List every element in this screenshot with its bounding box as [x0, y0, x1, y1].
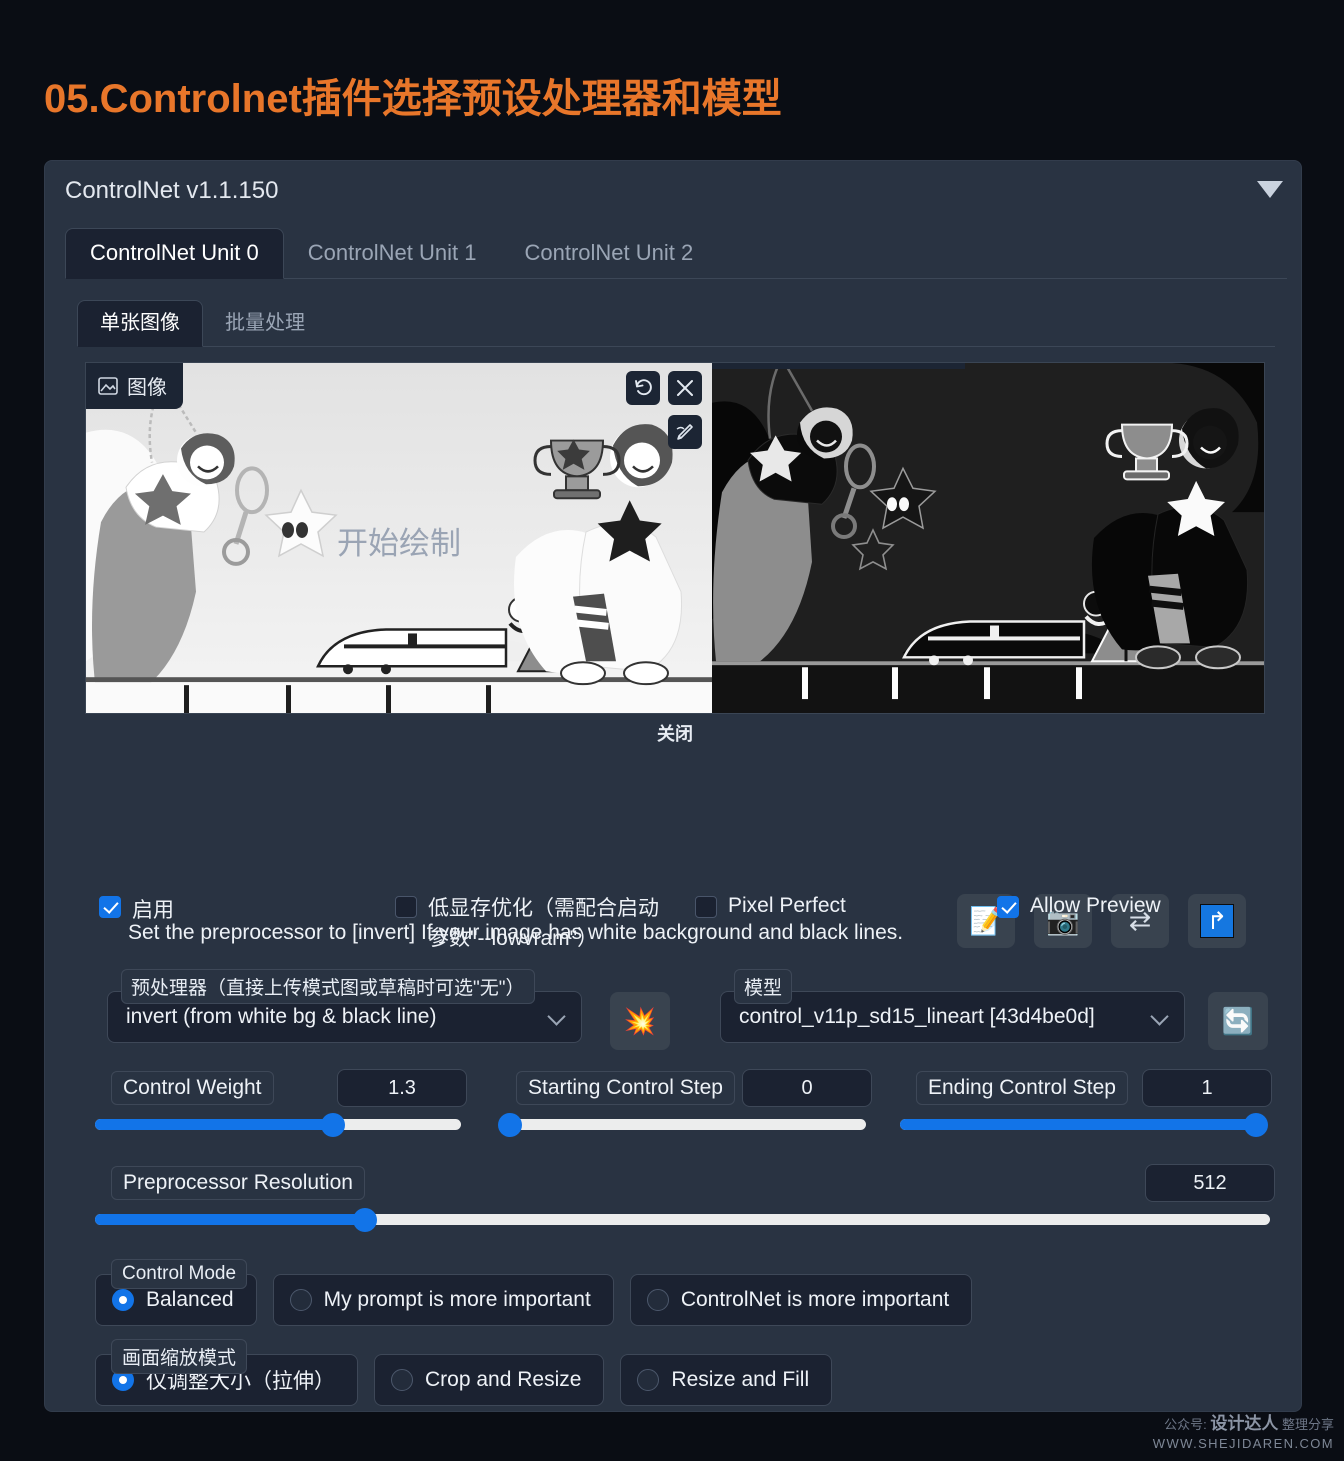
preprocessor-resolution-label: Preprocessor Resolution	[111, 1166, 365, 1200]
model-selection-row: 预处理器（直接上传模式图或草稿时可选"无"） invert (from whit…	[45, 961, 1301, 1051]
resize-mode-label: 画面缩放模式	[111, 1339, 248, 1374]
control-weight-thumb[interactable]	[320, 1112, 345, 1137]
ending-control-step-thumb[interactable]	[1244, 1112, 1268, 1137]
preview-illustration	[712, 363, 1264, 713]
preprocessor-field: 预处理器（直接上传模式图或草稿时可选"无"） invert (from whit…	[107, 969, 582, 1043]
radio-controlnet-important[interactable]: ControlNet is more important	[629, 1274, 973, 1326]
checkbox-pixel-perfect[interactable]: Pixel Perfect	[695, 894, 846, 918]
enable-checkbox-label: 启用	[132, 899, 174, 922]
allow-preview-checkbox-box[interactable]	[997, 896, 1019, 918]
source-illustration	[86, 363, 712, 713]
undo-icon[interactable]	[626, 371, 660, 405]
refresh-icon[interactable]: 🔄	[1208, 992, 1268, 1050]
watermark-line-1: 公众号: 设计达人 整理分享	[1153, 1413, 1334, 1436]
resize-mode-section: 画面缩放模式 仅调整大小（拉伸） Crop and Resize Resize …	[95, 1339, 1095, 1414]
starting-control-step-value: 0	[742, 1069, 872, 1107]
tab-controlnet-unit-0[interactable]: ControlNet Unit 0	[65, 228, 284, 279]
slider-ending-control-step: Ending Control Step 1	[900, 1069, 1272, 1137]
close-icon[interactable]	[668, 371, 702, 405]
control-weight-label: Control Weight	[111, 1071, 274, 1105]
starting-control-step-thumb[interactable]	[498, 1112, 522, 1137]
pixel-perfect-checkbox-label: Pixel Perfect	[728, 894, 846, 917]
ending-control-step-value: 1	[1142, 1069, 1272, 1107]
preprocessor-resolution-track[interactable]	[95, 1207, 1270, 1232]
preprocessor-preview-pane[interactable]: Preprocessor Preview	[712, 363, 1264, 713]
preprocessor-resolution-fill	[95, 1214, 366, 1225]
watermark-prefix: 公众号:	[1164, 1416, 1207, 1432]
options-checkbox-row: 启用 低显存优化（需配合启动参数"--lowvram"） Pixel Perfe…	[45, 876, 1301, 950]
preprocessor-resolution-thumb[interactable]	[353, 1207, 378, 1232]
page-title: 05.Controlnet插件选择预设处理器和模型	[44, 77, 782, 121]
tab-single-image[interactable]: 单张图像	[77, 300, 203, 347]
preprocessor-preview-tag: Preprocessor Preview	[712, 363, 965, 369]
controlnet-radio-button[interactable]	[646, 1289, 669, 1311]
image-pane-buttons	[626, 371, 702, 405]
crop-and-resize-radio-label: Crop and Resize	[425, 1368, 582, 1391]
controlnet-radio-label: ControlNet is more important	[680, 1288, 950, 1311]
source-image-tag: 图像	[86, 363, 183, 409]
lowvram-checkbox-box[interactable]	[395, 896, 417, 918]
lowvram-checkbox-label: 低显存优化（需配合启动参数"--lowvram"）	[428, 897, 659, 951]
starting-control-step-track[interactable]	[498, 1112, 866, 1137]
balanced-radio-button[interactable]	[112, 1289, 134, 1311]
checkbox-enable[interactable]: 启用	[99, 894, 174, 924]
panel-header: ControlNet v1.1.150	[45, 161, 1301, 223]
image-preview-area: 图像 开始绘制 关闭	[77, 348, 1273, 744]
control-mode-label: Control Mode	[111, 1259, 248, 1289]
model-field: 模型 control_v11p_sd15_lineart [43d4be0d]	[720, 969, 1185, 1043]
crop-and-resize-radio-button[interactable]	[391, 1369, 413, 1391]
enable-checkbox-box[interactable]	[99, 896, 121, 918]
controlnet-panel: ControlNet v1.1.150 ControlNet Unit 0 Co…	[44, 160, 1302, 1412]
chevron-down-icon[interactable]	[1257, 181, 1283, 198]
explosion-icon[interactable]: 💥	[610, 992, 670, 1050]
checkbox-allow-preview[interactable]: Allow Preview	[997, 894, 1161, 918]
chevron-down-icon	[547, 1007, 566, 1026]
panel-version-title: ControlNet v1.1.150	[65, 177, 279, 204]
tab-controlnet-unit-1[interactable]: ControlNet Unit 1	[284, 229, 501, 278]
close-preview-label[interactable]: 关闭	[77, 720, 1273, 746]
slider-preprocessor-resolution: Preprocessor Resolution 512	[95, 1164, 1275, 1232]
slider-control-weight: Control Weight 1.3	[95, 1069, 467, 1137]
source-image-tag-label: 图像	[127, 377, 167, 399]
radio-resize-and-fill[interactable]: Resize and Fill	[620, 1354, 833, 1406]
resize-and-fill-radio-button[interactable]	[637, 1369, 660, 1391]
chevron-down-icon	[1150, 1007, 1169, 1026]
unit-tab-bar: ControlNet Unit 0 ControlNet Unit 1 Cont…	[65, 223, 1287, 279]
footer-watermark: 公众号: 设计达人 整理分享 WWW.SHEJIDAREN.COM	[1153, 1413, 1334, 1453]
image-panes: 图像 开始绘制	[85, 362, 1265, 714]
resize-and-fill-radio-label: Resize and Fill	[671, 1368, 810, 1391]
ending-control-step-track[interactable]	[900, 1112, 1268, 1137]
image-icon	[98, 376, 118, 395]
sub-tab-bar: 单张图像 批量处理	[77, 293, 1275, 347]
preprocessor-value: invert (from white bg & black line)	[126, 1005, 437, 1028]
tab-batch-process[interactable]: 批量处理	[203, 301, 327, 346]
control-mode-section: Control Mode Balanced My prompt is more …	[95, 1259, 1095, 1334]
pen-icon[interactable]	[668, 415, 702, 449]
pixel-perfect-checkbox-box[interactable]	[695, 896, 717, 918]
model-label: 模型	[734, 969, 793, 1004]
watermark-brand: 设计达人	[1210, 1413, 1279, 1433]
allow-preview-checkbox-label: Allow Preview	[1030, 894, 1161, 917]
control-weight-value: 1.3	[337, 1069, 467, 1107]
checkbox-lowvram[interactable]: 低显存优化（需配合启动参数"--lowvram"）	[395, 894, 660, 955]
control-weight-track[interactable]	[95, 1112, 461, 1137]
tab-controlnet-unit-2[interactable]: ControlNet Unit 2	[501, 229, 718, 278]
watermark-url: WWW.SHEJIDAREN.COM	[1152, 1436, 1334, 1452]
ending-control-step-label: Ending Control Step	[916, 1071, 1128, 1105]
radio-crop-and-resize[interactable]: Crop and Resize	[374, 1354, 605, 1406]
starting-control-step-label: Starting Control Step	[516, 1071, 735, 1105]
source-image-pane[interactable]: 图像 开始绘制	[86, 363, 712, 713]
model-value: control_v11p_sd15_lineart [43d4be0d]	[739, 1005, 1095, 1028]
preprocessor-label: 预处理器（直接上传模式图或草稿时可选"无"）	[121, 969, 535, 1004]
radio-my-prompt-important[interactable]: My prompt is more important	[272, 1274, 614, 1326]
preprocessor-resolution-value: 512	[1145, 1164, 1275, 1202]
my-prompt-radio-button[interactable]	[289, 1289, 312, 1311]
slider-starting-control-step: Starting Control Step 0	[498, 1069, 872, 1137]
watermark-suffix: 整理分享	[1281, 1416, 1334, 1432]
my-prompt-radio-label: My prompt is more important	[323, 1288, 591, 1311]
balanced-radio-label: Balanced	[146, 1288, 234, 1311]
ending-control-step-fill	[900, 1119, 1266, 1130]
control-weight-fill	[95, 1119, 333, 1130]
